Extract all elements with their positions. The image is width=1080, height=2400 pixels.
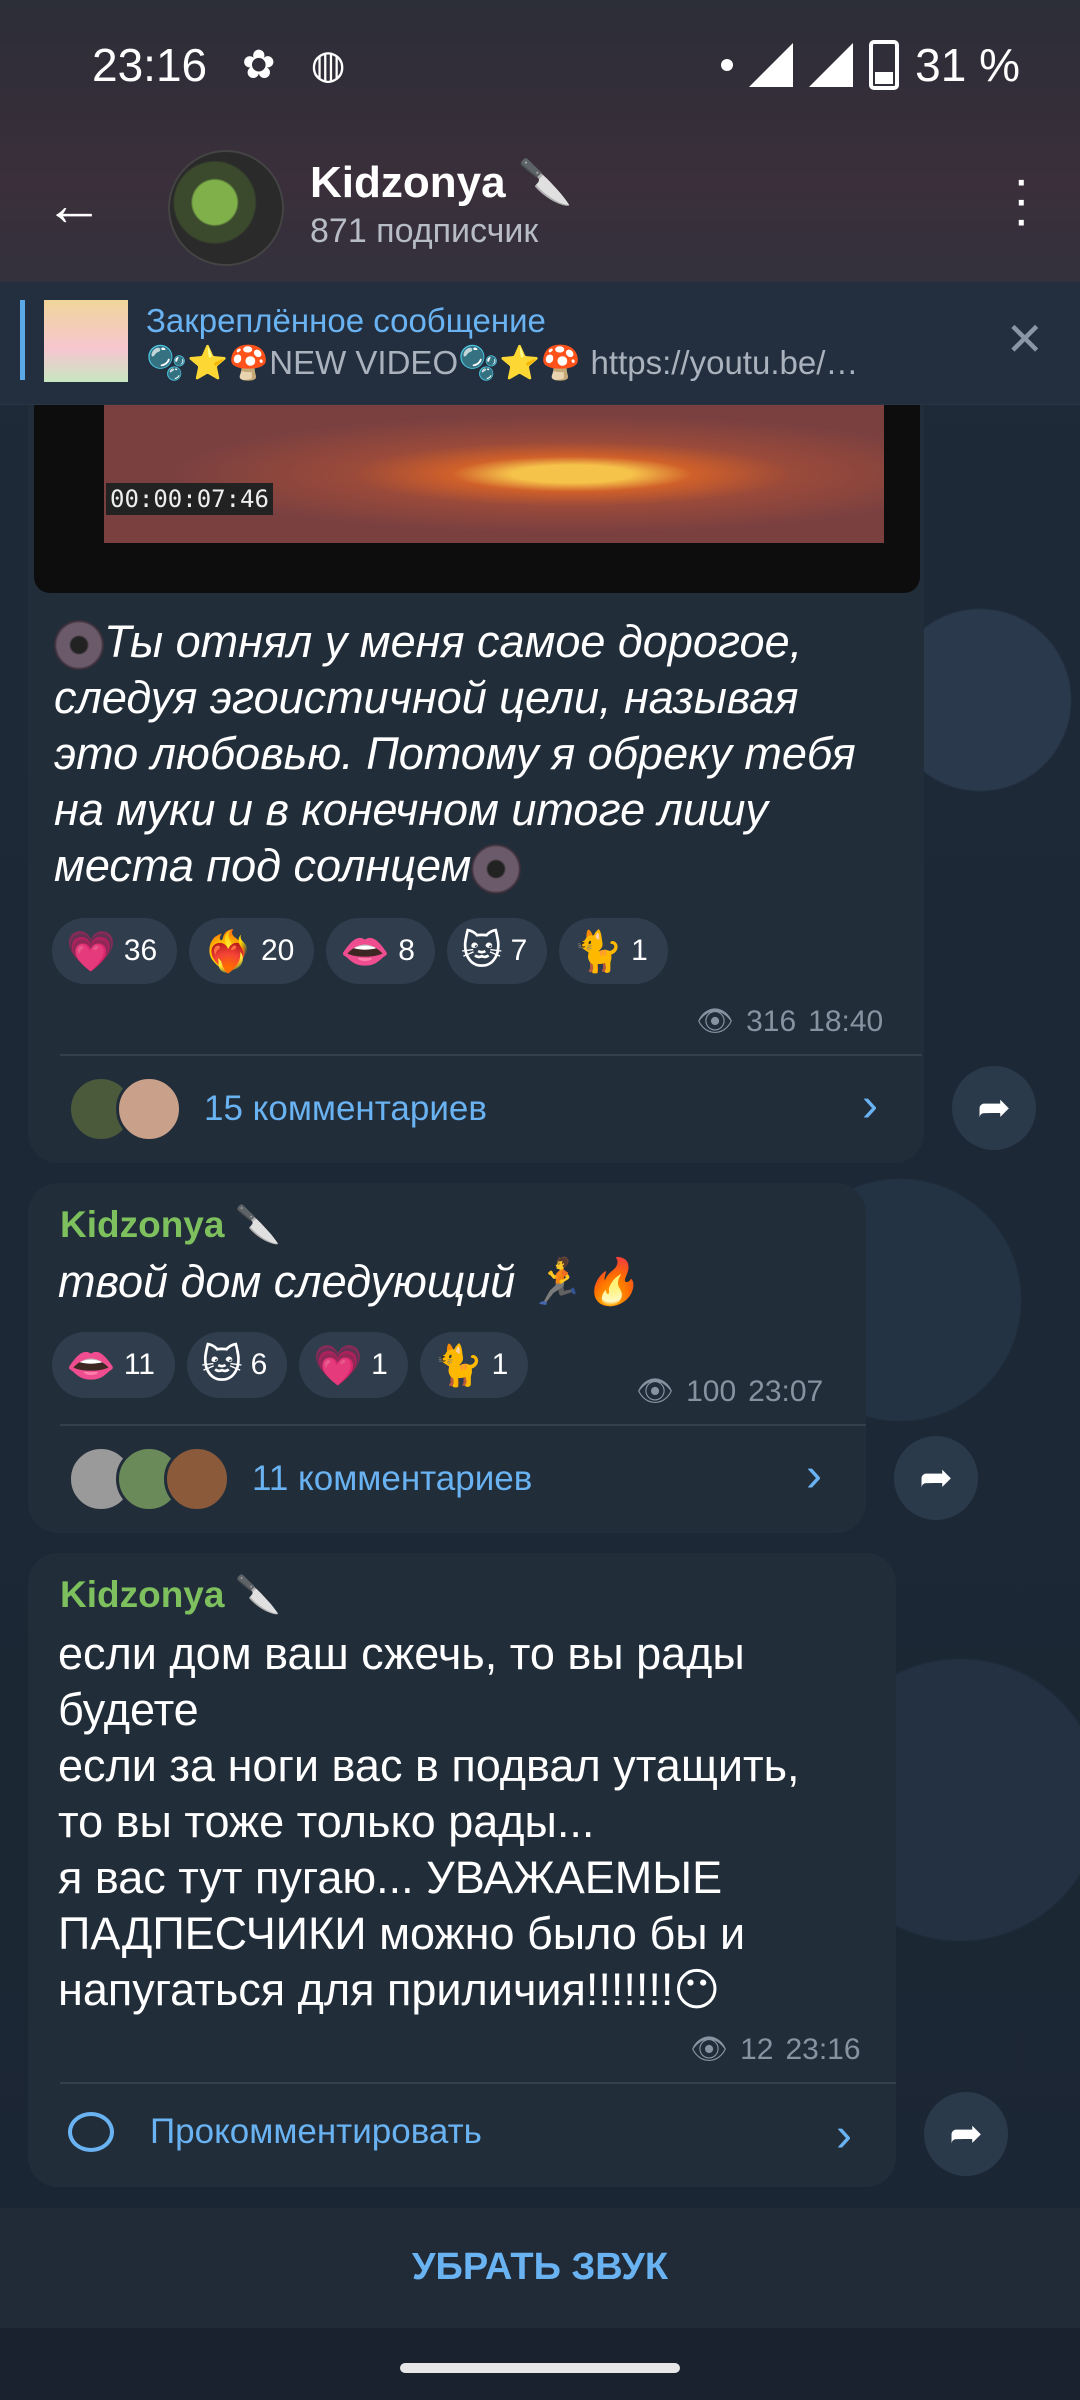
reaction-chip[interactable]: 🐱 7 — [446, 918, 548, 984]
sender-name[interactable]: Kidzonya 🔪 — [60, 1204, 281, 1247]
close-icon[interactable]: ✕ — [1005, 312, 1044, 366]
message-time: 18:40 — [808, 1004, 884, 1038]
chevron-right-icon[interactable]: › — [862, 1078, 878, 1133]
chevron-right-icon[interactable]: › — [806, 1448, 822, 1503]
divider — [60, 1424, 866, 1426]
avatar — [164, 1446, 230, 1512]
avatar — [116, 1076, 182, 1142]
reaction-chip[interactable]: 👄 11 — [52, 1332, 175, 1398]
share-button[interactable]: ➦ — [952, 1066, 1036, 1150]
pinned-message[interactable]: Закреплённое сообщение 🫧⭐🍄NEW VIDEO🫧⭐🍄 h… — [0, 282, 1080, 404]
view-count: 316 — [746, 1004, 797, 1038]
channel-header: ← Kidzonya 🔪 871 подписчик · · · — [0, 140, 1080, 270]
cell-signal-icon — [809, 43, 854, 87]
eye-icon: 👁 — [690, 2033, 729, 2066]
message-text-1: Ты отнял у меня самое дорогое, следуя эг… — [54, 614, 874, 895]
message-meta-1: 👁 316 18:40 — [696, 1004, 883, 1039]
pinned-text: 🫧⭐🍄NEW VIDEO🫧⭐🍄 https://youtu.be/… — [146, 344, 859, 381]
status-time: 23:16 — [92, 39, 208, 91]
message-time: 23:07 — [748, 1374, 824, 1408]
divider — [60, 2082, 896, 2084]
top-bar: 23:16 ✿ ◍ 31 % ← Kidzonya 🔪 871 подписчи… — [0, 0, 1080, 405]
message-text-3: если дом ваш сжечь, то вы рады будете ес… — [58, 1628, 800, 2015]
view-count: 100 — [686, 1374, 737, 1408]
battery-percent: 31 % — [915, 39, 1020, 91]
dot-icon — [721, 59, 734, 71]
reactions-2: 👄 11 🐱 6 💗 1 🐈 1 — [52, 1332, 529, 1398]
message-meta-3: 👁 12 23:16 — [690, 2032, 861, 2067]
sender-name[interactable]: Kidzonya 🔪 — [60, 1574, 281, 1617]
pinned-title: Закреплённое сообщение — [146, 302, 546, 339]
video-timestamp: 00:00:07:46 — [106, 483, 273, 515]
comment-bubble-icon — [68, 2112, 114, 2152]
more-menu-icon[interactable]: · · · — [1013, 154, 1030, 246]
share-button[interactable]: ➦ — [894, 1436, 978, 1520]
reaction-chip[interactable]: 👄 8 — [326, 918, 435, 984]
comments-link-2[interactable]: 11 комментариев — [68, 1446, 532, 1512]
reaction-chip[interactable]: 🐈 1 — [419, 1332, 529, 1398]
reaction-chip[interactable]: 🐈 1 — [559, 918, 668, 984]
video-preview[interactable]: 00:00:07:46 — [34, 405, 920, 593]
pinned-indicator — [20, 300, 25, 380]
message-text-2: твой дом следующий 🏃🔥 — [58, 1256, 640, 1307]
share-button[interactable]: ➦ — [924, 2092, 1008, 2176]
commenter-avatars — [68, 1076, 182, 1142]
back-arrow-icon[interactable]: ← — [44, 170, 104, 239]
eye-icon: 👁 — [636, 1375, 675, 1408]
view-count: 12 — [740, 2032, 774, 2066]
divider — [60, 1054, 922, 1056]
comments-count: 11 комментариев — [252, 1459, 533, 1498]
reaction-chip[interactable]: 💗 36 — [52, 918, 178, 984]
comments-link-1[interactable]: 15 комментариев — [68, 1076, 487, 1142]
channel-avatar[interactable] — [168, 150, 284, 266]
video-frame — [104, 405, 884, 543]
flower-emoji-icon — [471, 844, 522, 895]
home-indicator[interactable] — [400, 2363, 680, 2373]
pinned-thumbnail — [44, 300, 128, 382]
notification-icons: ✿ ◍ — [242, 43, 358, 87]
chevron-right-icon[interactable]: › — [836, 2108, 852, 2163]
reaction-chip[interactable]: 🐱 6 — [186, 1332, 288, 1398]
comment-action[interactable]: Прокомментировать — [68, 2112, 482, 2152]
bottom-bar: УБРАТЬ ЗВУК — [0, 2208, 1080, 2328]
status-right: 31 % — [721, 38, 1020, 92]
channel-name[interactable]: Kidzonya 🔪 — [310, 156, 573, 208]
subscriber-count: 871 подписчик — [310, 212, 539, 250]
message-meta-2: 👁 100 23:07 — [636, 1374, 823, 1409]
comment-action-label: Прокомментировать — [150, 2112, 482, 2151]
battery-icon — [869, 40, 900, 90]
reaction-chip[interactable]: ❤️‍🔥 20 — [189, 918, 315, 984]
wifi-signal-icon — [749, 43, 794, 87]
mute-button[interactable]: УБРАТЬ ЗВУК — [0, 2246, 1080, 2289]
reaction-chip[interactable]: 💗 1 — [299, 1332, 408, 1398]
status-bar: 23:16 ✿ ◍ 31 % — [92, 38, 1020, 98]
reactions-1: 💗 36 ❤️‍🔥 20 👄 8 🐱 7 🐈 1 — [52, 918, 668, 984]
commenter-avatars — [68, 1446, 230, 1512]
eye-icon: 👁 — [696, 1005, 735, 1038]
comments-count: 15 комментариев — [204, 1089, 487, 1128]
message-time: 23:16 — [785, 2032, 861, 2066]
flower-emoji-icon — [54, 620, 104, 671]
